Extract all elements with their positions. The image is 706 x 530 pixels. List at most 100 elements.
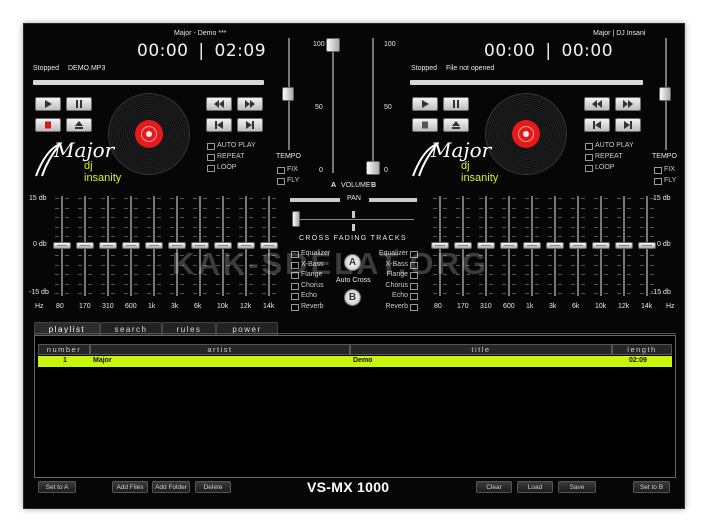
eq-a-slider-310[interactable]: [99, 242, 117, 249]
deck-a-eject-button[interactable]: [66, 118, 92, 132]
eq-tick: [479, 226, 483, 228]
deck-a-skip-back-button[interactable]: [206, 118, 232, 132]
deck-b-stop-button[interactable]: [412, 118, 438, 132]
col-header-title[interactable]: title: [350, 344, 612, 355]
eq-tick: [203, 293, 207, 294]
eq-b-slider-6k[interactable]: [569, 242, 587, 249]
eq-tick: [604, 264, 608, 266]
add-files-button[interactable]: Add Files: [112, 481, 148, 493]
save-button[interactable]: Save: [558, 481, 596, 493]
table-row[interactable]: 1 Major Demo 02:09: [38, 356, 672, 367]
eq-tick: [88, 283, 92, 285]
deck-b-skip-forward-button[interactable]: [615, 118, 641, 132]
volume-a-slider[interactable]: [326, 38, 340, 52]
fx-b-chorus-checkbox[interactable]: [410, 282, 418, 290]
fx-a-reverb-checkbox[interactable]: [291, 303, 299, 311]
deck-a-autoplay-checkbox[interactable]: [207, 143, 215, 150]
volume-b-slider[interactable]: [366, 161, 380, 175]
logo-major: Major: [54, 138, 115, 162]
col-header-length[interactable]: length: [612, 344, 672, 355]
skip-forward-icon: [246, 121, 254, 129]
deck-b-loop-checkbox[interactable]: [585, 165, 593, 172]
set-to-a-button[interactable]: Set to A: [38, 481, 76, 493]
eq-b-band-label: 14k: [641, 303, 653, 310]
eq-b-slider-10k[interactable]: [592, 242, 610, 249]
col-header-number[interactable]: number: [38, 344, 90, 355]
eq-tick: [617, 198, 621, 199]
eject-icon: [452, 121, 460, 129]
eq-tick: [180, 283, 184, 285]
eject-icon: [75, 121, 83, 129]
deck-a-pause-button[interactable]: [66, 97, 92, 111]
deck-b-pause-button[interactable]: [443, 97, 469, 111]
eq-tick: [466, 236, 470, 237]
add-folder-button[interactable]: Add Folder: [152, 481, 190, 493]
deck-b-autoplay-checkbox[interactable]: [585, 143, 593, 150]
deck-b-repeat-checkbox[interactable]: [585, 154, 593, 161]
deck-b-rewind-button[interactable]: [584, 97, 610, 111]
eq-tick: [134, 264, 138, 266]
delete-button[interactable]: Delete: [195, 481, 231, 493]
crossfader-slider[interactable]: [292, 211, 300, 227]
deck-a-fix-checkbox[interactable]: [277, 167, 285, 174]
set-to-b-button[interactable]: Set to B: [633, 481, 670, 493]
deck-a-fly-checkbox[interactable]: [277, 178, 285, 185]
deck-b-skip-back-button[interactable]: [584, 118, 610, 132]
eq-tick: [433, 217, 437, 218]
deck-a-tempo-slider[interactable]: [282, 87, 294, 101]
eq-tick: [627, 207, 631, 209]
fx-b-echo-checkbox[interactable]: [410, 293, 418, 300]
fx-a-reverb-label: Reverb: [301, 302, 324, 310]
eq-a-slider-170[interactable]: [76, 242, 94, 249]
deck-b-fix-checkbox[interactable]: [654, 167, 662, 174]
crossfade-label: CROSS FADING TRACKS: [299, 235, 407, 242]
eq-b-slider-12k[interactable]: [615, 242, 633, 249]
load-button[interactable]: Load: [517, 481, 553, 493]
eq-tick: [78, 226, 82, 228]
pan-a-bar[interactable]: [290, 198, 340, 202]
eq-a-slider-1k[interactable]: [145, 242, 163, 249]
deck-a-stop-button[interactable]: [35, 118, 61, 132]
deck-a-file: DEMO.MP3: [68, 65, 106, 72]
deck-a-skip-forward-button[interactable]: [237, 118, 263, 132]
deck-a-play-button[interactable]: [35, 97, 61, 111]
eq-b-slider-3k[interactable]: [546, 242, 564, 249]
fx-a-chorus-checkbox[interactable]: [291, 282, 299, 290]
playlist-panel[interactable]: number artist title length 1 Major Demo …: [34, 335, 676, 478]
eq-tick: [101, 274, 105, 275]
deck-a-fast-forward-button[interactable]: [237, 97, 263, 111]
deck-a-rewind-button[interactable]: [206, 97, 232, 111]
deck-b-tempo-slider[interactable]: [659, 87, 671, 101]
deck-b-progress-bar[interactable]: [410, 80, 643, 85]
deck-a-progress-bar[interactable]: [33, 80, 264, 85]
deck-b-play-button[interactable]: [412, 97, 438, 111]
deck-a-loop-checkbox[interactable]: [207, 165, 215, 172]
deck-b-fly-checkbox[interactable]: [654, 178, 662, 185]
auto-cross-b-button[interactable]: B: [344, 289, 361, 306]
pan-b-bar[interactable]: [369, 198, 417, 202]
eq-a-slider-80[interactable]: [53, 242, 71, 249]
eq-b-slider-14k[interactable]: [638, 242, 656, 249]
col-header-artist[interactable]: artist: [90, 344, 350, 355]
eq-tick: [101, 198, 105, 199]
clear-button[interactable]: Clear: [476, 481, 512, 493]
eq-tick: [604, 236, 608, 237]
eq-tick: [535, 217, 539, 218]
eq-tick: [617, 283, 621, 285]
deck-b-eject-button[interactable]: [443, 118, 469, 132]
eq-tick: [489, 274, 493, 275]
fx-b-reverb-checkbox[interactable]: [410, 303, 418, 311]
fx-a-echo-checkbox[interactable]: [291, 293, 299, 300]
rewind-icon: [592, 100, 602, 108]
eq-tick: [226, 293, 230, 294]
eq-b-slider-600[interactable]: [500, 242, 518, 249]
deck-a-clock: 00:00 | 02:09: [137, 41, 267, 61]
deck-a-repeat-checkbox[interactable]: [207, 154, 215, 161]
eq-b-slider-1k[interactable]: [523, 242, 541, 249]
eq-tick: [489, 283, 493, 285]
eq-tick: [489, 236, 493, 237]
volume-b-track: [372, 38, 374, 173]
eq-tick: [535, 226, 539, 228]
eq-a-slider-600[interactable]: [122, 242, 140, 249]
deck-b-fast-forward-button[interactable]: [615, 97, 641, 111]
